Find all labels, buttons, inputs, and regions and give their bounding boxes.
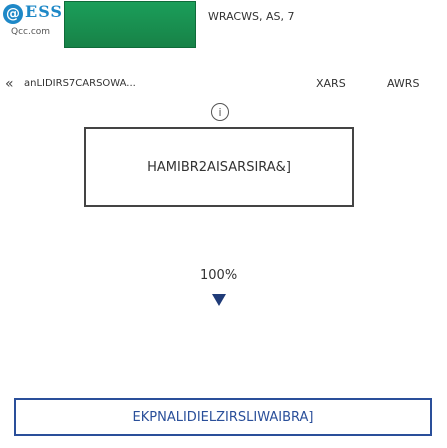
banner-ad-text[interactable]: WRACWS, AS, 7	[208, 10, 294, 23]
zoom-level: 100%	[200, 268, 238, 283]
bottom-link-text: EKPNALIDIELZIRSLIWAIBRA]	[132, 409, 314, 425]
down-arrow-icon	[212, 294, 226, 306]
title-box: HAMIBR2AISARSIRA&]	[84, 127, 354, 207]
bottom-link-button[interactable]: EKPNALIDIELZIRSLIWAIBRA]	[14, 398, 432, 436]
back-icon[interactable]: «	[5, 76, 21, 92]
logo-icon: @	[3, 4, 23, 24]
tab-a[interactable]: XARS	[316, 77, 346, 90]
top-banner: @ ESS Qcc.com WRACWS, AS, 7	[0, 0, 447, 52]
tab-b[interactable]: AWRS	[387, 77, 419, 90]
info-icon[interactable]: i	[211, 103, 229, 121]
banner-ad-image[interactable]	[64, 1, 196, 48]
title-box-text: HAMIBR2AISARSIRA&]	[147, 159, 291, 175]
site-logo[interactable]: @ ESS Qcc.com	[3, 2, 63, 48]
logo-mark: ESS	[25, 2, 63, 21]
logo-domain: Qcc.com	[11, 27, 51, 37]
breadcrumb: « anLIDIRS7CARSOWA... XARS AWRS	[0, 74, 447, 96]
page-title: anLIDIRS7CARSOWA...	[24, 78, 136, 89]
